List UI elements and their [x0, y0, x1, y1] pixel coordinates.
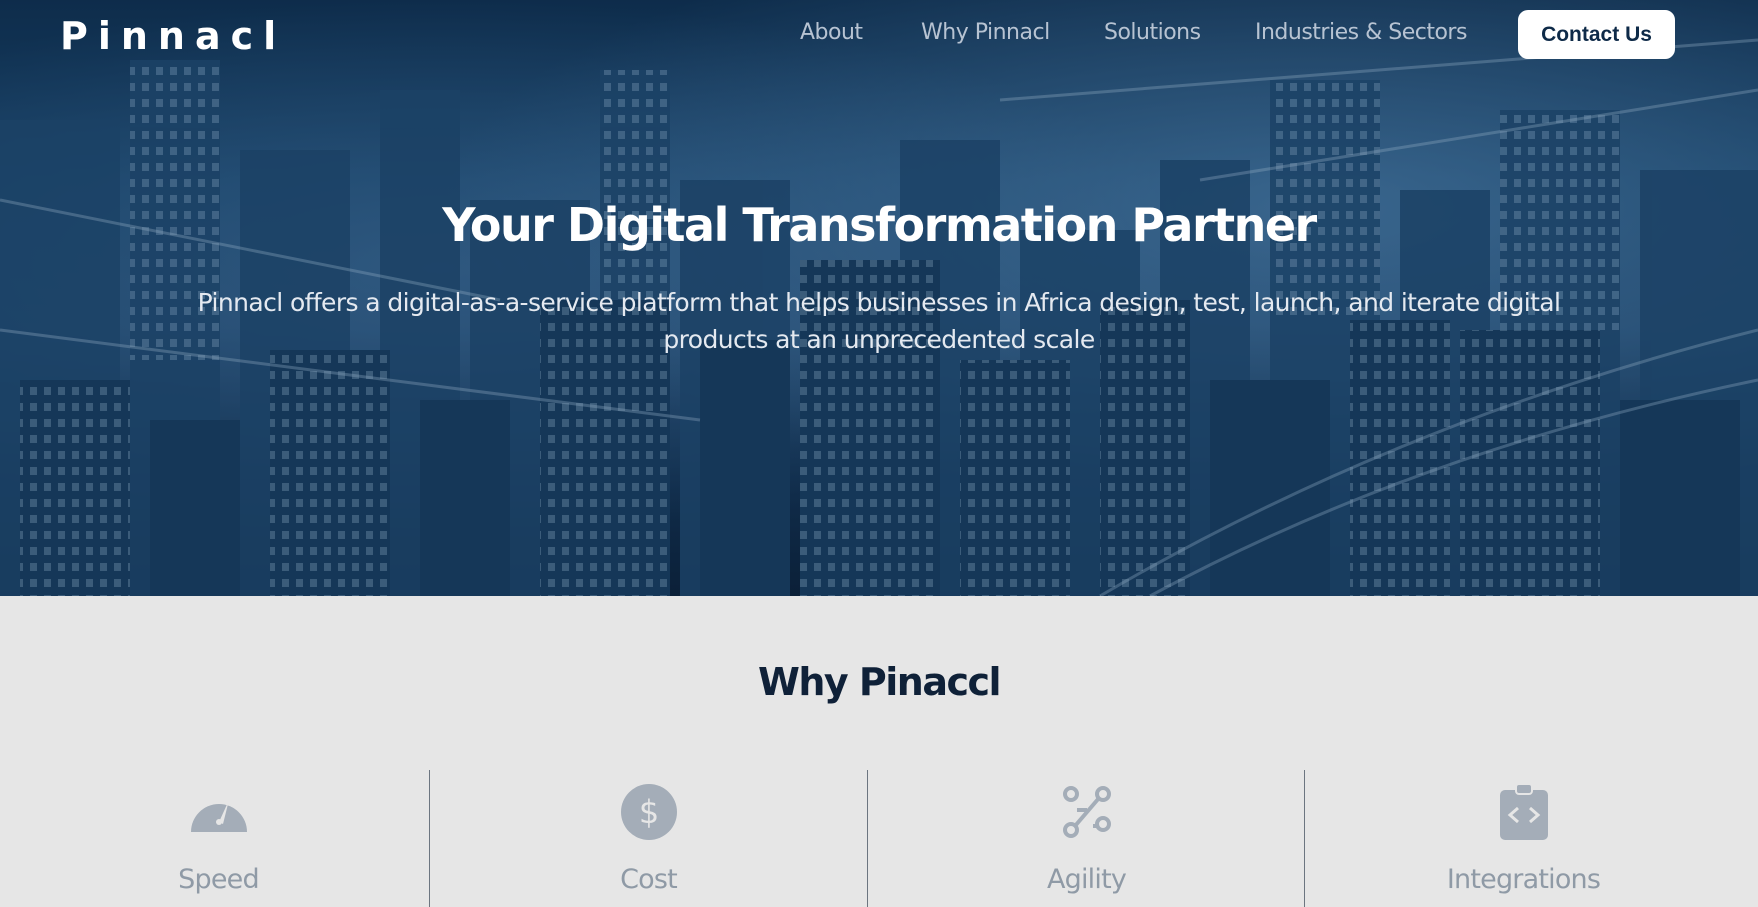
nav-link-about[interactable]: About — [800, 20, 863, 45]
svg-text:$: $ — [638, 793, 658, 831]
feature-label: Cost — [620, 864, 678, 895]
feature-label: Speed — [178, 864, 259, 895]
route-icon — [1062, 786, 1111, 838]
why-section-title: Why Pinaccl — [757, 660, 1002, 704]
feature-label: Integrations — [1446, 864, 1601, 895]
speedometer-icon — [190, 800, 247, 832]
dollar-icon: $ — [620, 784, 677, 840]
nav-link-industries-sectors[interactable]: Industries & Sectors — [1255, 20, 1467, 45]
hero-title: Your Digital Transformation Partner — [442, 198, 1317, 252]
contact-us-button[interactable]: Contact Us — [1518, 10, 1675, 59]
feature-integrations: Integrations — [1305, 770, 1742, 907]
nav-link-why-pinnacl[interactable]: Why Pinnacl — [921, 20, 1050, 45]
feature-cost: $ Cost — [430, 770, 867, 907]
feature-agility: Agility — [868, 770, 1305, 907]
hero-subtitle: Pinnacl offers a digital-as-a-service pl… — [197, 288, 1561, 354]
main-nav: About Why Pinnacl Solutions Industries &… — [0, 20, 1758, 50]
feature-speed: Speed — [0, 770, 437, 907]
code-clipboard-icon — [1499, 783, 1548, 840]
feature-label: Agility — [1046, 864, 1127, 895]
nav-link-solutions[interactable]: Solutions — [1104, 20, 1201, 45]
